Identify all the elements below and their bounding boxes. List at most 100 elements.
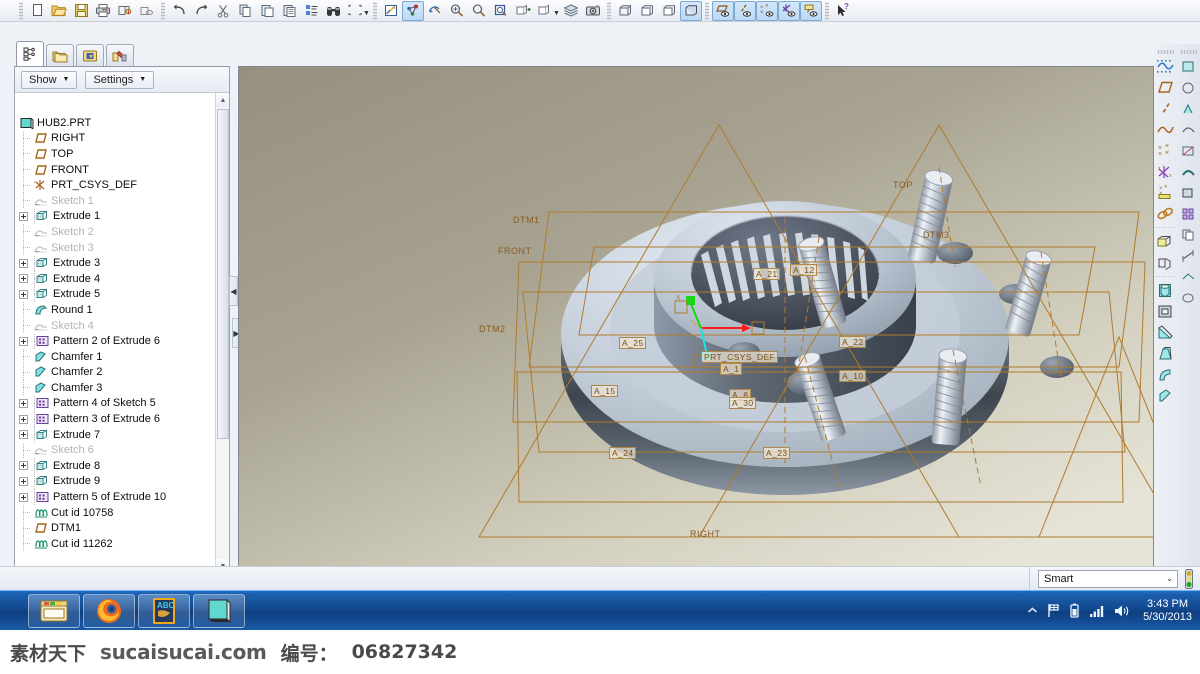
tree-item-front[interactable]: FRONT (15, 162, 215, 178)
refit-button[interactable] (490, 1, 512, 21)
undo-button[interactable] (168, 1, 190, 21)
datum-plane-button[interactable] (1155, 77, 1176, 98)
tree-item-extrude-4[interactable]: Extrude 4 (15, 271, 215, 287)
toolbar-grip-6[interactable] (824, 1, 829, 20)
tree-expand-toggle[interactable] (19, 414, 28, 424)
tree-item-extrude-9[interactable]: Extrude 9 (15, 473, 215, 490)
volume-button[interactable] (1114, 604, 1130, 618)
tree-item-pattern-5-of-extrude-10[interactable]: Pattern 5 of Extrude 10 (15, 489, 215, 505)
tree-item-extrude-3[interactable]: Extrude 3 (15, 255, 215, 271)
tree-item-dtm1[interactable]: DTM1 (15, 520, 215, 536)
annotation-display-button[interactable] (799, 0, 822, 21)
style-surface-button[interactable] (1178, 56, 1199, 77)
taskbar-clock[interactable]: 3:43 PM 5/30/2013 (1139, 598, 1192, 624)
scrollbar-thumb[interactable] (217, 109, 229, 439)
find-button[interactable] (322, 1, 344, 21)
tree-item-cut-id-11262[interactable]: Cut id 11262 (15, 536, 215, 552)
tree-expand-toggle[interactable] (19, 492, 28, 502)
tree-expand-toggle[interactable] (19, 274, 28, 284)
tree-item-pattern-3-of-extrude-6[interactable]: Pattern 3 of Extrude 6 (15, 411, 215, 427)
tree-item-round-1[interactable]: Round 1 (15, 302, 215, 318)
draft-button[interactable] (1155, 343, 1176, 364)
paste-button[interactable] (256, 1, 278, 21)
new-document-button[interactable] (26, 1, 48, 21)
axis-tag-a_23[interactable]: A_23 (763, 447, 791, 459)
appearance-gallery-button[interactable] (582, 1, 604, 21)
taskbar-creo[interactable] (193, 593, 245, 628)
tree-item-sketch-1[interactable]: Sketch 1 (15, 193, 215, 209)
paste-special-button[interactable] (278, 1, 300, 21)
rib-button[interactable] (1155, 322, 1176, 343)
saved-view-button[interactable] (512, 1, 534, 21)
merge-button[interactable] (1178, 119, 1199, 140)
datum-point-display-button[interactable]: × × × (755, 0, 778, 21)
open-file-button[interactable] (48, 1, 70, 21)
tree-expand-toggle[interactable] (19, 461, 28, 471)
axis-tag-a_21[interactable]: A_21 (753, 268, 781, 280)
select-box-dropdown-caret[interactable]: ▼ (363, 10, 370, 17)
context-help-button[interactable]: ? (832, 1, 854, 21)
trim-button[interactable] (1178, 140, 1199, 161)
datum-label-right[interactable]: RIGHT (690, 529, 721, 539)
copy-geom-button[interactable] (1178, 224, 1199, 245)
taskbar-firefox[interactable] (83, 593, 135, 628)
offset-button[interactable] (1178, 77, 1199, 98)
zoom-out-button[interactable] (468, 1, 490, 21)
tree-expand-toggle[interactable] (19, 211, 28, 221)
tree-item-prt-csys-def[interactable]: z PRT_CSYS_DEF (15, 177, 215, 193)
extrude-button[interactable] (1155, 231, 1176, 252)
tree-item-chamfer-1[interactable]: Chamfer 1 (15, 349, 215, 365)
tree-item-cut-id-10758[interactable]: Cut id 10758 (15, 505, 215, 521)
axis-tag-a_24[interactable]: A_24 (609, 447, 637, 459)
tree-expand-toggle[interactable] (19, 289, 28, 299)
datum-label-dtm2[interactable]: DTM2 (479, 324, 506, 334)
repaint-button[interactable] (380, 1, 402, 21)
wrap-button[interactable] (1178, 287, 1199, 308)
axis-tag-a_15[interactable]: A_15 (591, 385, 619, 397)
shell-button[interactable] (1155, 301, 1176, 322)
tree-item-pattern-4-of-sketch-5[interactable]: Pattern 4 of Sketch 5 (15, 395, 215, 412)
settings-dropdown[interactable]: Settings ▼ (85, 70, 155, 89)
no-hidden-button[interactable] (658, 1, 680, 21)
cut-button[interactable] (212, 1, 234, 21)
tree-item-sketch-3[interactable]: Sketch 3 (15, 240, 215, 256)
axis-tag-a_1[interactable]: A_1 (720, 363, 743, 375)
folder-browser-tab[interactable] (46, 44, 74, 66)
tree-expand-toggle[interactable] (19, 476, 28, 486)
curve-button[interactable] (1155, 119, 1176, 140)
tree-expand-toggle[interactable] (19, 398, 28, 408)
show-hidden-icons-button[interactable] (1027, 605, 1038, 616)
favorites-tab[interactable]: ★ (76, 44, 104, 66)
toolbar-grip-3[interactable] (372, 1, 377, 20)
collapse-navigator-handle[interactable]: ◀ (229, 276, 238, 306)
model-tree-tab[interactable] (16, 41, 44, 66)
datum-axis-button[interactable] (1155, 98, 1176, 119)
datum-point-button[interactable]: × × × × (1155, 140, 1176, 161)
tree-item-extrude-5[interactable]: Extrude 5 (15, 286, 215, 303)
toolbar-grip-4[interactable] (606, 1, 611, 20)
tree-item-sketch-2[interactable]: Sketch 2 (15, 224, 215, 240)
copy-button[interactable] (234, 1, 256, 21)
solidify-button[interactable] (1178, 182, 1199, 203)
axis-tag-a_22[interactable]: A_22 (839, 336, 867, 348)
chamfer-button[interactable] (1155, 385, 1176, 406)
selection-filter-dropdown[interactable]: Smart ⌄ (1038, 569, 1178, 588)
hidden-line-button[interactable] (636, 1, 658, 21)
sketch-tool-button[interactable] (1155, 56, 1176, 77)
taskbar-windows-explorer[interactable] (28, 593, 80, 628)
tree-expand-toggle[interactable] (19, 336, 28, 346)
tree-item-hub2-prt[interactable]: HUB2.PRT (15, 115, 215, 131)
scroll-up-button[interactable]: ▲ (216, 93, 229, 107)
graphics-viewport[interactable]: X TOP DTM1 DTM3 FRONT DTM2 RIGHT A_21 A_12 A_25… (238, 66, 1154, 591)
tree-expand-toggle[interactable] (19, 258, 28, 268)
print-button[interactable] (92, 1, 114, 21)
datum-label-dtm3[interactable]: DTM3 (923, 230, 950, 240)
datum-plane-display-button[interactable] (711, 0, 734, 21)
tree-expand-toggle[interactable] (19, 430, 28, 440)
save-button[interactable] (70, 1, 92, 21)
datum-axis-display-button[interactable] (733, 0, 756, 21)
export-button[interactable] (136, 1, 158, 21)
tree-item-extrude-8[interactable]: Extrude 8 (15, 458, 215, 474)
analysis-point-button[interactable]: ××× (1155, 182, 1176, 203)
connections-tab[interactable] (106, 44, 134, 66)
